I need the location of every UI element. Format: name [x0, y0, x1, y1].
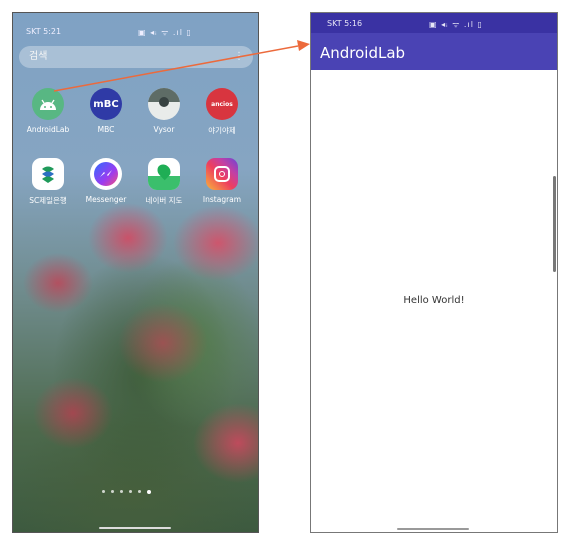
- annotation-arrow: [53, 40, 310, 92]
